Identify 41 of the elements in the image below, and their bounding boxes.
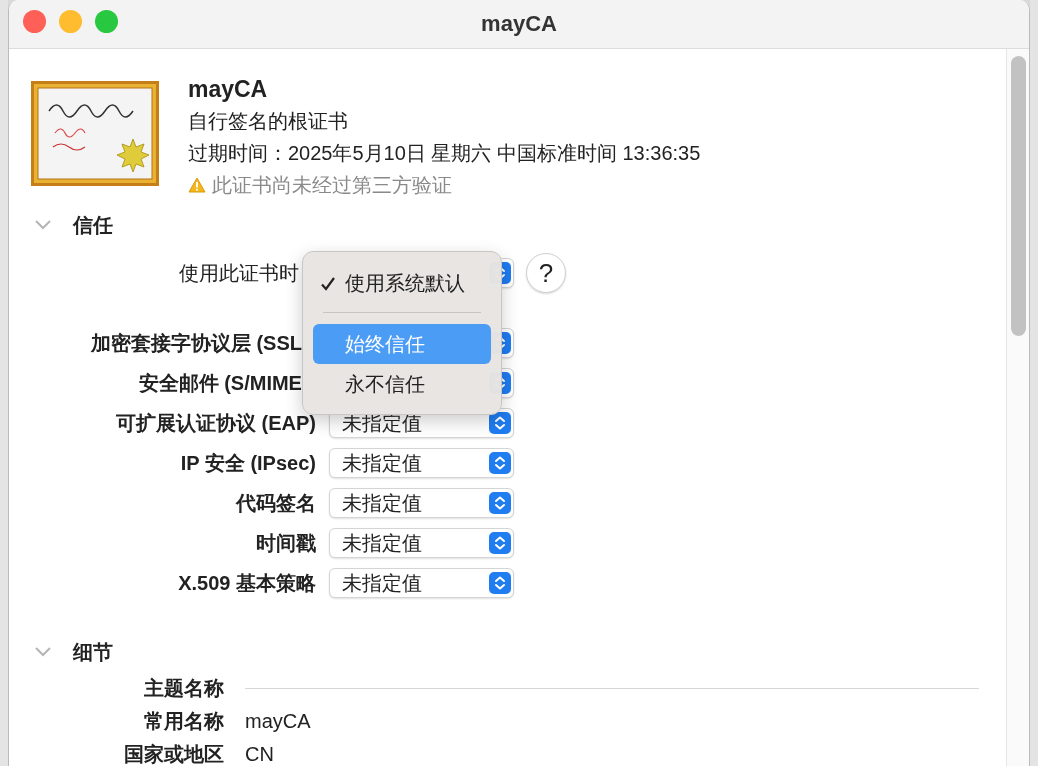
popup-button[interactable]: 未指定值 bbox=[328, 488, 514, 518]
warning-text: 此证书尚未经过第三方验证 bbox=[211, 173, 452, 198]
minimize-button[interactable] bbox=[58, 10, 82, 33]
certificate-icon bbox=[30, 81, 159, 186]
field-label: 使用此证书时 bbox=[177, 260, 300, 286]
popup-button[interactable]: 未指定值 bbox=[328, 448, 514, 478]
certificate-name: mayCA bbox=[187, 75, 269, 104]
field-label: 常用名称 bbox=[142, 709, 224, 734]
stepper-icon bbox=[488, 572, 511, 594]
chevron-icon[interactable] bbox=[34, 647, 51, 657]
popup-button[interactable]: 未指定值 bbox=[328, 528, 514, 558]
section-title: 信任 bbox=[72, 212, 113, 238]
field-label: 国家或地区 bbox=[122, 742, 224, 766]
warning-icon bbox=[187, 177, 206, 193]
stepper-icon bbox=[488, 452, 511, 474]
section-title: 细节 bbox=[72, 639, 113, 665]
field-label: 代码签名 bbox=[234, 490, 316, 516]
field-label: 加密套接字协议层 (SSL bbox=[89, 330, 303, 356]
help-button[interactable]: ? bbox=[525, 253, 566, 293]
field-label: X.509 基本策略 bbox=[177, 570, 316, 596]
checkmark-icon bbox=[319, 276, 336, 292]
zoom-button[interactable] bbox=[94, 10, 118, 33]
close-button[interactable] bbox=[22, 10, 46, 33]
field-label: 可扩展认证协议 (EAP) bbox=[114, 410, 316, 436]
chevron-icon[interactable] bbox=[34, 220, 51, 230]
field-label: 安全邮件 (S/MIME bbox=[137, 370, 303, 396]
menu-item[interactable]: 永不信任 bbox=[312, 364, 491, 404]
field-value: mayCA bbox=[244, 710, 311, 733]
scrollbar[interactable] bbox=[1006, 49, 1030, 766]
field-value: CN bbox=[244, 743, 274, 766]
stepper-icon bbox=[488, 492, 511, 514]
popup-button[interactable]: 未指定值 bbox=[328, 568, 514, 598]
menu-item[interactable]: 使用系统默认 bbox=[312, 264, 491, 302]
certificate-type: 自行签名的根证书 bbox=[187, 109, 349, 134]
stepper-icon bbox=[488, 412, 511, 434]
stepper-icon bbox=[488, 532, 511, 554]
window-title: mayCA bbox=[481, 11, 557, 37]
field-label: IP 安全 (IPsec) bbox=[179, 450, 316, 476]
field-label: 时间戳 bbox=[254, 530, 316, 556]
expiry-date: 过期时间：2025年5月10日 星期六 中国标准时间 13:36:35 bbox=[187, 141, 701, 166]
field-label: 主题名称 bbox=[142, 676, 224, 701]
